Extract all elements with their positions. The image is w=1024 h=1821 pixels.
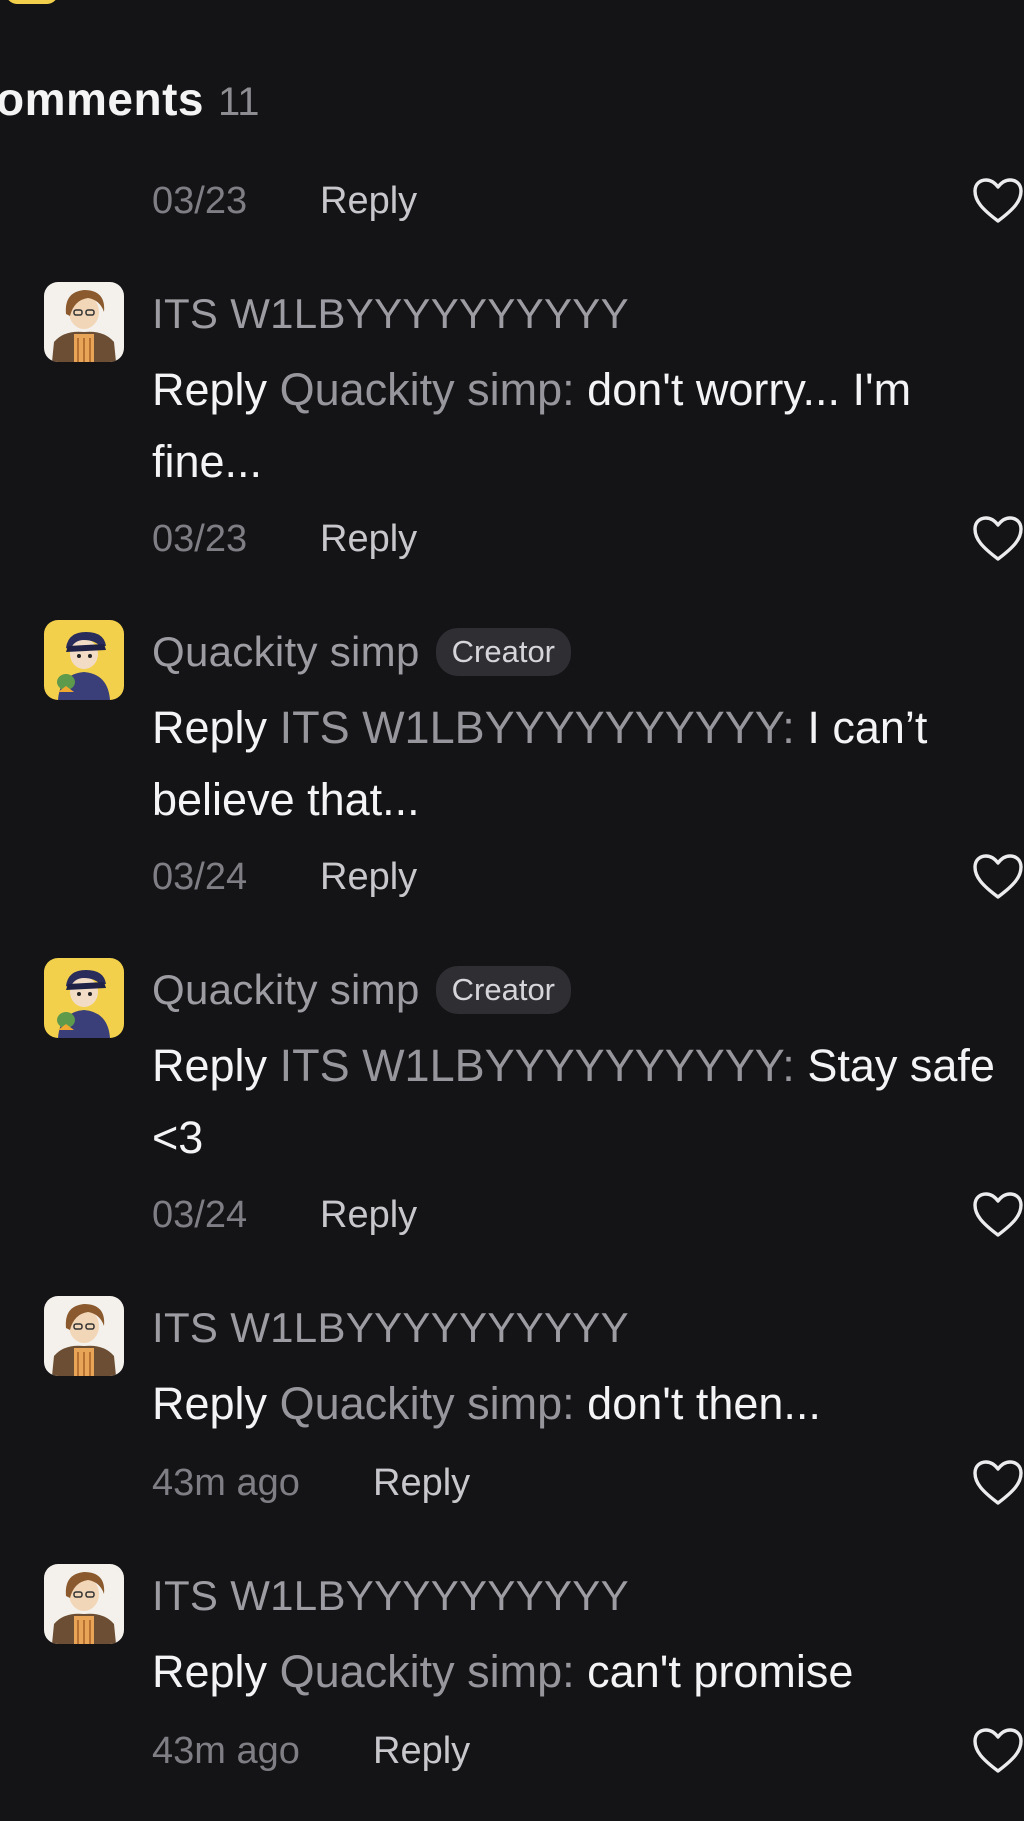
comment-text: can't promise	[587, 1646, 854, 1697]
comment-author[interactable]: Quackity simp	[152, 966, 420, 1014]
comment-date: 03/24	[152, 855, 248, 898]
top-yellow-pill	[6, 0, 58, 4]
comment-body: Reply Quackity simp: don't then...	[152, 1368, 1024, 1440]
creator-badge: Creator	[435, 628, 572, 676]
comment-date: 43m ago	[152, 1461, 300, 1504]
comment-author-row: Quackity simp Creator	[152, 962, 572, 1018]
heart-outline-icon[interactable]	[972, 1191, 1024, 1239]
comments-title: omments	[0, 73, 204, 125]
reply-mention[interactable]: ITS W1LBYYYYYYYYYY:	[280, 702, 795, 753]
comment-body: Reply ITS W1LBYYYYYYYYYY: Stay safe <3	[152, 1030, 1024, 1174]
comment-meta-row: 03/24 Reply	[152, 1190, 417, 1240]
heart-outline-icon[interactable]	[972, 177, 1024, 225]
comment-author-row: ITS W1LBYYYYYYYYYY	[152, 1568, 629, 1624]
heart-outline-icon[interactable]	[972, 1727, 1024, 1775]
comment-meta-row: 43m ago Reply	[152, 1726, 470, 1776]
wilbur-avatar-icon[interactable]	[44, 1296, 124, 1376]
comment-author-row: Quackity simp Creator	[152, 624, 572, 680]
reply-prefix: Reply	[152, 1646, 268, 1697]
quackity-avatar-icon[interactable]	[44, 620, 124, 700]
reply-prefix: Reply	[152, 702, 268, 753]
comment-author[interactable]: ITS W1LBYYYYYYYYYY	[152, 1572, 629, 1620]
quackity-avatar-icon[interactable]	[44, 958, 124, 1038]
wilbur-avatar-icon[interactable]	[44, 282, 124, 362]
comments-header: omments 11	[0, 72, 260, 132]
comment-text: don't then...	[587, 1378, 821, 1429]
reply-button[interactable]: Reply	[373, 1462, 470, 1505]
reply-prefix: Reply	[152, 1378, 268, 1429]
comment-date: 43m ago	[152, 1729, 300, 1772]
wilbur-avatar-icon[interactable]	[44, 1564, 124, 1644]
reply-button[interactable]: Reply	[373, 1730, 470, 1773]
comment-date: 03/23	[152, 179, 248, 222]
reply-button[interactable]: Reply	[320, 856, 417, 899]
reply-mention[interactable]: ITS W1LBYYYYYYYYYY:	[280, 1040, 795, 1091]
creator-badge: Creator	[435, 966, 572, 1014]
heart-outline-icon[interactable]	[972, 1459, 1024, 1507]
comment-author[interactable]: Quackity simp	[152, 628, 420, 676]
reply-button[interactable]: Reply	[320, 518, 417, 561]
comment-meta-row: 03/24 Reply	[152, 852, 417, 902]
comment-meta-row: 43m ago Reply	[152, 1458, 470, 1508]
comment-author[interactable]: ITS W1LBYYYYYYYYYY	[152, 1304, 629, 1352]
reply-button[interactable]: Reply	[320, 180, 417, 223]
reply-prefix: Reply	[152, 1040, 268, 1091]
comment-date: 03/23	[152, 517, 248, 560]
comment-author-row: ITS W1LBYYYYYYYYYY	[152, 1300, 629, 1356]
reply-prefix: Reply	[152, 364, 268, 415]
comment-body: Reply ITS W1LBYYYYYYYYYY: I can’t believ…	[152, 692, 1024, 836]
comment-body: Reply Quackity simp: can't promise	[152, 1636, 1024, 1708]
comment-meta-row: 03/23 Reply	[152, 176, 417, 226]
reply-mention[interactable]: Quackity simp:	[280, 1646, 575, 1697]
reply-mention[interactable]: Quackity simp:	[280, 364, 575, 415]
comment-meta-row: 03/23 Reply	[152, 514, 417, 564]
comment-date: 03/24	[152, 1193, 248, 1236]
heart-outline-icon[interactable]	[972, 515, 1024, 563]
comment-author[interactable]: ITS W1LBYYYYYYYYYY	[152, 290, 629, 338]
reply-button[interactable]: Reply	[320, 1194, 417, 1237]
heart-outline-icon[interactable]	[972, 853, 1024, 901]
comment-author-row: ITS W1LBYYYYYYYYYY	[152, 286, 629, 342]
comment-body: Reply Quackity simp: don't worry... I'm …	[152, 354, 1024, 498]
reply-mention[interactable]: Quackity simp:	[280, 1378, 575, 1429]
comments-count: 11	[217, 80, 260, 124]
